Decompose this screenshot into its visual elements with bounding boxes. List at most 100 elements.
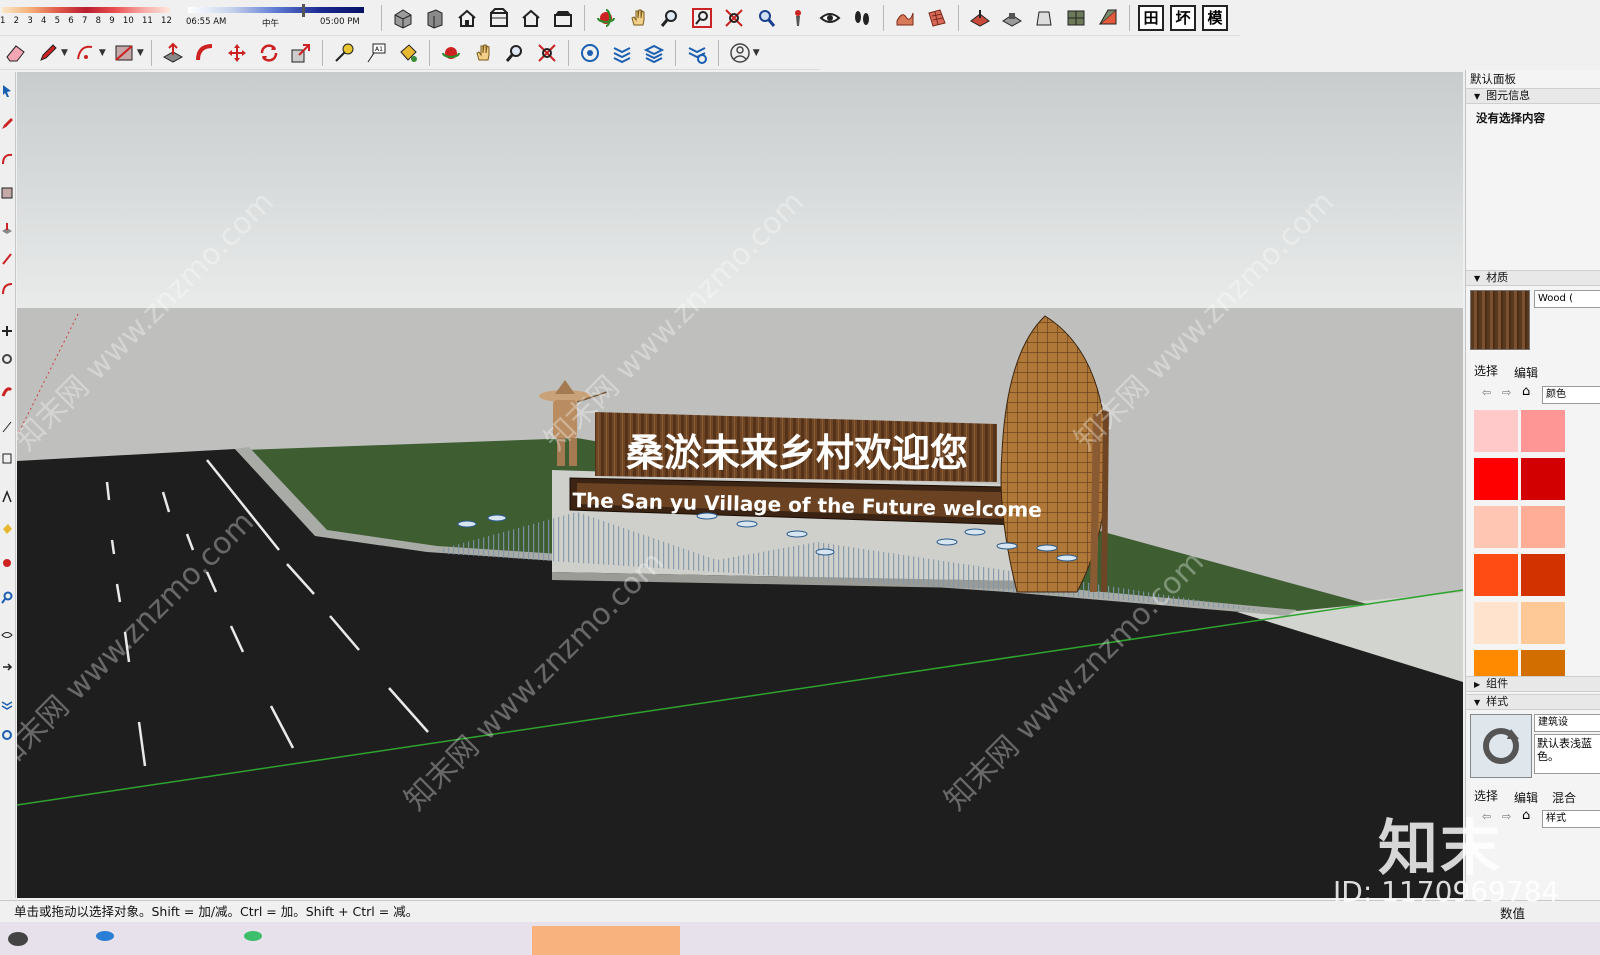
previous-view-button[interactable] (752, 4, 780, 32)
move-button[interactable] (223, 39, 251, 67)
extension-tool-icon[interactable] (1, 728, 13, 742)
zoom-button[interactable] (656, 4, 684, 32)
material-swatch[interactable] (1474, 410, 1518, 452)
rectangle-tool-icon[interactable] (1, 186, 13, 200)
chevron-down-icon[interactable]: ▼ (99, 48, 106, 58)
material-swatch[interactable] (1474, 602, 1518, 644)
app-icon[interactable] (96, 931, 114, 941)
time-slider-thumb[interactable] (302, 3, 305, 17)
scale-tool-icon[interactable] (1, 384, 13, 398)
offset-tool-icon[interactable] (1, 252, 13, 266)
plugin-button-mo[interactable]: 模 (1202, 4, 1228, 31)
style-name-field[interactable]: 建筑设 (1534, 714, 1600, 732)
month-slider-track[interactable] (2, 6, 170, 13)
pencil-button[interactable] (34, 39, 62, 67)
flip-edge-button[interactable] (1094, 4, 1122, 32)
material-swatch[interactable] (1521, 602, 1565, 644)
rotate-button[interactable] (255, 39, 283, 67)
3d-warehouse-button[interactable] (576, 39, 604, 67)
layout-button[interactable] (640, 39, 668, 67)
select-tool-icon[interactable] (1, 84, 13, 98)
extension-warehouse-button[interactable] (608, 39, 636, 67)
section-tool-icon[interactable] (1, 660, 13, 674)
style-description[interactable]: 默认表浅蓝色。 (1534, 734, 1600, 774)
rectangle-button[interactable] (110, 39, 138, 67)
material-swatch[interactable] (1474, 554, 1518, 596)
add-detail-button[interactable] (1062, 4, 1090, 32)
paint-bucket-button[interactable] (394, 39, 422, 67)
arc-button[interactable] (72, 39, 100, 67)
tape-tool-icon[interactable] (1, 420, 13, 434)
pan-button[interactable] (624, 4, 652, 32)
walk-button[interactable] (848, 4, 876, 32)
smoove-button[interactable] (966, 4, 994, 32)
taskbar-active-item[interactable] (532, 926, 680, 955)
account-button[interactable] (726, 39, 754, 67)
move-tool-icon[interactable] (1, 324, 13, 338)
axes-tool-icon[interactable] (1, 490, 13, 504)
back-arrow-icon[interactable]: ⇦ (1482, 386, 1491, 399)
styles-header[interactable]: ▼ 样式 (1466, 694, 1600, 710)
push-pull-tool-icon[interactable] (1, 222, 13, 236)
views-right-button[interactable] (485, 4, 513, 32)
views-front-button[interactable] (453, 4, 481, 32)
zoom-extents-button[interactable] (720, 4, 748, 32)
drape-button[interactable] (1030, 4, 1058, 32)
arc-tool-icon[interactable] (1, 152, 13, 166)
zoom-button[interactable] (501, 39, 529, 67)
warehouse-tool-icon[interactable] (1, 698, 13, 712)
forward-arrow-icon[interactable]: ⇨ (1502, 810, 1511, 823)
text-button[interactable]: A1 (362, 39, 390, 67)
pencil-tool-icon[interactable] (1, 116, 13, 130)
material-swatch[interactable] (1474, 506, 1518, 548)
extension-manager-button[interactable] (683, 39, 711, 67)
materials-header[interactable]: ▼ 材质 (1466, 270, 1600, 286)
views-back-button[interactable] (517, 4, 545, 32)
material-library-select[interactable]: 颜色 (1542, 386, 1600, 404)
app-icon[interactable] (244, 931, 262, 941)
material-swatch[interactable] (1521, 554, 1565, 596)
stamp-button[interactable] (998, 4, 1026, 32)
material-name-field[interactable]: Wood ( (1534, 290, 1600, 308)
forward-arrow-icon[interactable]: ⇨ (1502, 386, 1511, 399)
search-icon[interactable] (8, 932, 28, 946)
rotate-tool-icon[interactable] (1, 352, 13, 366)
styles-tab-edit[interactable]: 编辑 (1514, 789, 1538, 806)
materials-tab-select[interactable]: 选择 (1474, 362, 1498, 379)
chevron-down-icon[interactable]: ▼ (137, 48, 144, 58)
material-swatch[interactable] (1474, 458, 1518, 500)
orbit-tool-icon[interactable] (1, 556, 13, 570)
shadow-settings-slider[interactable]: 1 2 3 4 5 6 7 8 9 10 11 12 06:55 AM 中午 0… (0, 2, 370, 34)
zoom-window-button[interactable] (688, 4, 716, 32)
look-around-button[interactable] (816, 4, 844, 32)
scale-button[interactable] (287, 39, 315, 67)
views-left-button[interactable] (549, 4, 577, 32)
position-camera-button[interactable] (784, 4, 812, 32)
styles-tab-mix[interactable]: 混合 (1552, 789, 1576, 806)
material-preview[interactable] (1470, 290, 1530, 350)
material-swatch[interactable] (1521, 506, 1565, 548)
home-icon[interactable]: ⌂ (1522, 808, 1530, 823)
style-library-select[interactable]: 样式 (1542, 810, 1600, 828)
materials-tab-edit[interactable]: 编辑 (1514, 364, 1538, 381)
tape-measure-button[interactable] (330, 39, 358, 67)
home-icon[interactable]: ⌂ (1522, 384, 1530, 399)
orbit-button[interactable] (437, 39, 465, 67)
sandbox-contours-button[interactable] (891, 4, 919, 32)
sandbox-scratch-button[interactable] (923, 4, 951, 32)
material-swatch[interactable] (1521, 458, 1565, 500)
material-swatch[interactable] (1521, 410, 1565, 452)
paint-tool-icon[interactable] (1, 522, 13, 536)
orbit-button[interactable] (592, 4, 620, 32)
pan-button[interactable] (469, 39, 497, 67)
views-iso-button[interactable] (389, 4, 417, 32)
3d-viewport[interactable]: 桑淤未来乡村欢迎您 The San yu Village of the Futu… (17, 72, 1463, 898)
look-around-tool-icon[interactable] (1, 628, 13, 642)
follow-me-button[interactable] (191, 39, 219, 67)
follow-me-tool-icon[interactable] (1, 282, 13, 296)
text-tool-icon[interactable] (1, 452, 13, 466)
entity-info-header[interactable]: ▼ 图元信息 (1466, 88, 1600, 104)
plugin-button-huai[interactable]: 坏 (1170, 4, 1196, 31)
components-header[interactable]: ▶ 组件 (1466, 676, 1600, 692)
chevron-down-icon[interactable]: ▼ (61, 48, 68, 58)
